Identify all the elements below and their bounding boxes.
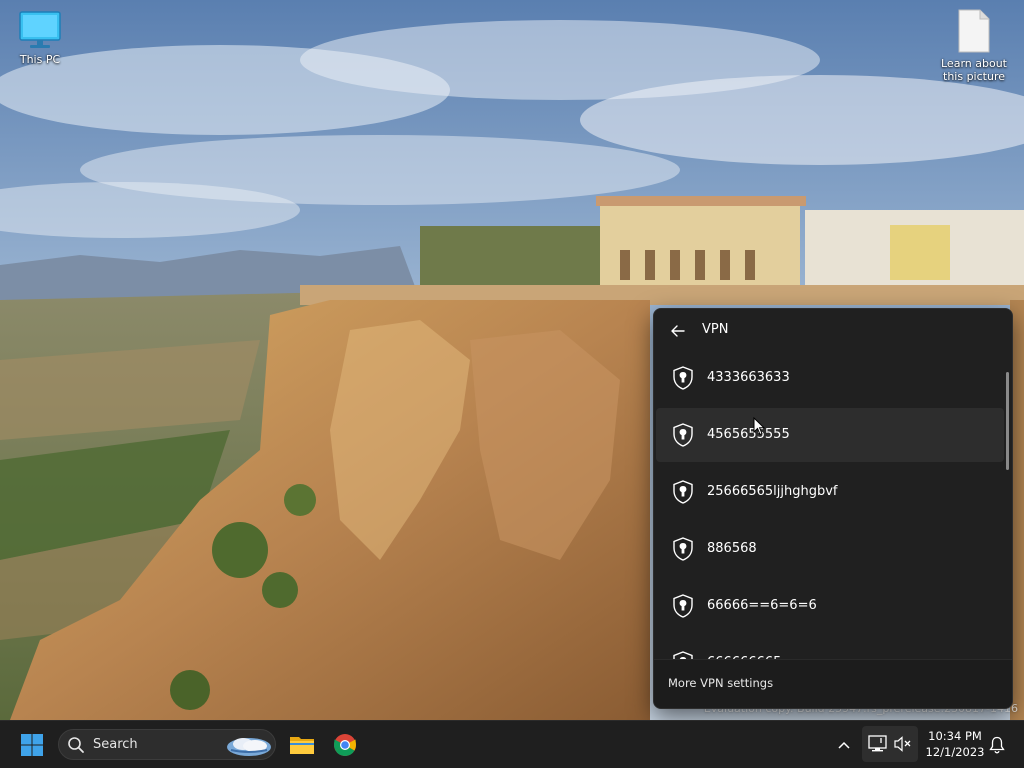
desktop-icon-label: This PC: [19, 53, 61, 66]
taskbar: Search 10:34 PM 12/1/2023: [0, 720, 1024, 768]
volume-muted-icon: [894, 736, 911, 752]
more-vpn-settings-link[interactable]: More VPN settings: [668, 676, 773, 690]
vpn-connection-item[interactable]: 66666==6=6=6: [656, 579, 1004, 633]
vpn-connection-name: 66666==6=6=6: [707, 598, 817, 613]
vpn-connection-list[interactable]: 4333663633 4565655555 25666565ljjhghgbvf…: [654, 350, 1012, 659]
bell-icon: [989, 736, 1005, 754]
back-button[interactable]: [666, 320, 690, 342]
chevron-up-icon: [838, 741, 850, 749]
taskbar-clock[interactable]: 10:34 PM 12/1/2023: [922, 728, 988, 760]
vpn-flyout-title: VPN: [702, 322, 729, 337]
search-placeholder: Search: [93, 737, 138, 752]
taskbar-chrome-button[interactable]: [327, 729, 363, 761]
tray-overflow-button[interactable]: [834, 735, 854, 755]
monitor-icon: [19, 11, 61, 48]
vpn-connection-item[interactable]: 4333663633: [656, 351, 1004, 405]
taskbar-file-explorer-button[interactable]: [284, 729, 320, 761]
shield-icon: [673, 537, 693, 561]
vpn-flyout-footer: More VPN settings: [654, 659, 1012, 708]
search-icon: [67, 736, 85, 758]
chrome-icon: [334, 734, 356, 756]
clock-date: 12/1/2023: [925, 745, 985, 759]
clock-time: 10:34 PM: [928, 729, 982, 743]
shield-icon: [673, 594, 693, 618]
vpn-flyout-panel: VPN 4333663633 4565655555 25666565ljjhgh…: [653, 308, 1013, 709]
folder-icon: [290, 737, 314, 754]
desktop-icon-learn-about-picture[interactable]: Learn about this picture: [934, 8, 1014, 83]
desktop-icon-label: Learn about this picture: [941, 57, 1007, 83]
network-icon: [868, 735, 887, 752]
vpn-connection-name: 25666565ljjhghgbvf: [707, 484, 838, 499]
vpn-connection-item[interactable]: 25666565ljjhghgbvf: [656, 465, 1004, 519]
taskbar-search-box[interactable]: Search: [58, 729, 276, 760]
vpn-flyout-header: VPN: [654, 309, 1012, 353]
vpn-connection-name: 4333663633: [707, 370, 790, 385]
shield-icon: [673, 480, 693, 504]
document-icon: [958, 9, 990, 53]
search-highlight-art-icon: [227, 738, 271, 756]
shield-icon: [673, 651, 693, 659]
vpn-connection-item[interactable]: 4565655555: [656, 408, 1004, 462]
vpn-connection-name: 886568: [707, 541, 757, 556]
shield-icon: [673, 423, 693, 447]
mouse-cursor-icon: [753, 417, 765, 436]
windows-logo-icon: [21, 734, 43, 756]
vpn-connection-item[interactable]: 666666665: [656, 636, 1004, 659]
vpn-connection-item[interactable]: 886568: [656, 522, 1004, 576]
shield-icon: [673, 366, 693, 390]
vpn-list-scrollbar[interactable]: [1006, 372, 1009, 470]
start-button[interactable]: [14, 731, 50, 759]
back-arrow-icon: [671, 325, 685, 337]
tray-quick-settings-button[interactable]: [862, 726, 918, 762]
desktop-icon-this-pc[interactable]: This PC: [0, 10, 80, 66]
notification-center-button[interactable]: [986, 734, 1008, 756]
vpn-connection-name: 4565655555: [707, 427, 790, 442]
